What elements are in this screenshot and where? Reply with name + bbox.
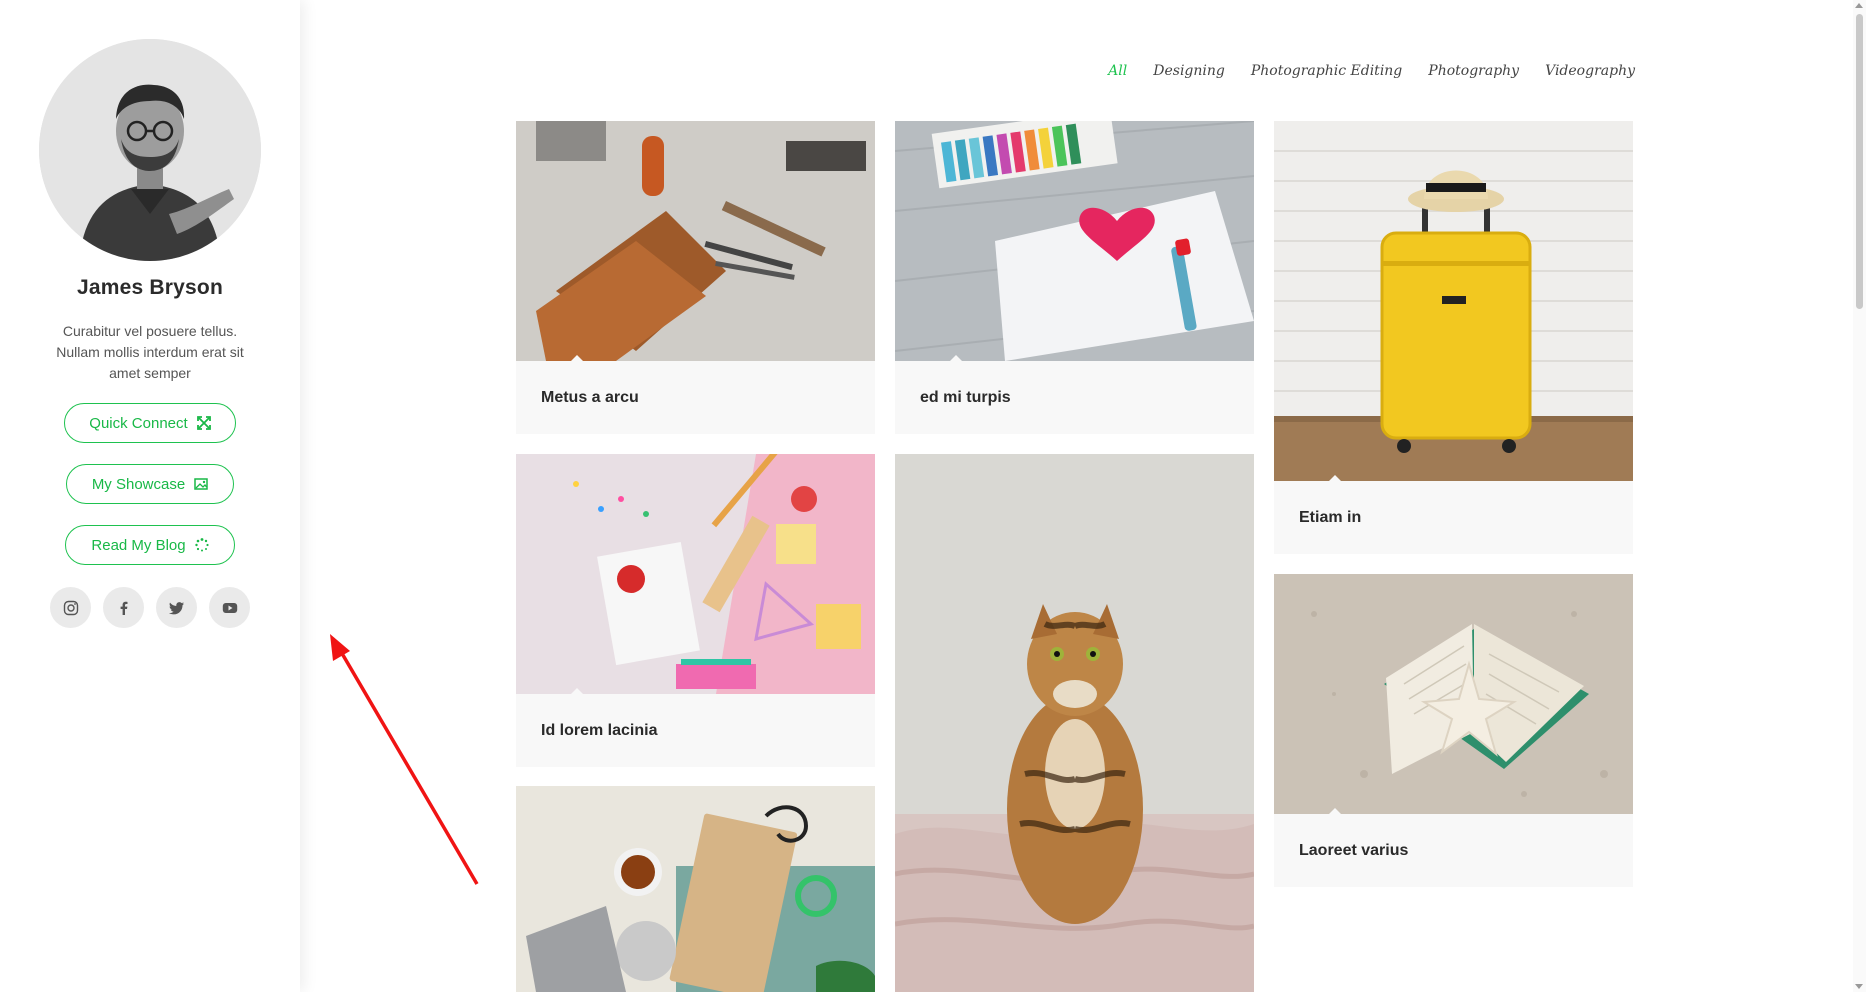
twitter-icon <box>168 601 184 614</box>
gallery-card[interactable]: Id lorem lacinia <box>516 454 875 767</box>
gallery-image-book-on-sand[interactable] <box>1274 574 1633 814</box>
quick-connect-button[interactable]: Quick Connect <box>64 403 236 443</box>
gallery-image-knitting[interactable] <box>516 786 875 992</box>
avatar <box>39 39 261 261</box>
my-showcase-button[interactable]: My Showcase <box>66 464 234 504</box>
filter-all[interactable]: All <box>1108 63 1127 79</box>
gallery-image-suitcase[interactable] <box>1274 121 1633 481</box>
quick-connect-label: Quick Connect <box>89 414 188 432</box>
youtube-icon <box>222 602 237 613</box>
gallery-card-title: Id lorem lacinia <box>541 721 658 739</box>
scroll-thumb[interactable] <box>1856 14 1863 309</box>
facebook-button[interactable] <box>103 587 144 628</box>
profile-photo <box>39 39 261 261</box>
gallery-image-cat[interactable] <box>895 454 1254 992</box>
filter-videography[interactable]: Videography <box>1545 63 1635 79</box>
my-showcase-label: My Showcase <box>91 475 186 493</box>
profile-bio: Curabitur vel posuere tellus. Nullam mol… <box>56 323 244 381</box>
facebook-icon <box>120 601 127 615</box>
gallery-card-title: Metus a arcu <box>541 388 639 406</box>
gallery-card-title: Etiam in <box>1299 508 1362 526</box>
gallery-image-stationery[interactable] <box>516 454 875 694</box>
youtube-button[interactable] <box>209 587 250 628</box>
scroll-up-arrow-icon[interactable] <box>1855 3 1863 8</box>
gallery-card-title: ed mi turpis <box>920 388 1011 406</box>
gallery-card[interactable]: Laoreet varius <box>1274 574 1633 887</box>
gallery-image-leather-tools[interactable] <box>516 121 875 361</box>
spinner-icon <box>194 538 209 552</box>
filter-photographic-editing[interactable]: Photographic Editing <box>1251 63 1402 79</box>
expand-arrows-icon <box>196 416 211 430</box>
page-scrollbar[interactable] <box>1853 0 1866 992</box>
filter-designing[interactable]: Designing <box>1153 63 1225 79</box>
gallery-card[interactable]: Metus a arcu <box>516 121 875 434</box>
scroll-down-arrow-icon[interactable] <box>1855 984 1863 989</box>
instagram-button[interactable] <box>50 587 91 628</box>
gallery-card-title: Laoreet varius <box>1299 841 1409 859</box>
instagram-icon <box>63 600 78 615</box>
read-my-blog-label: Read My Blog <box>91 536 186 554</box>
profile-sidebar: James Bryson Curabitur vel posuere tellu… <box>0 0 300 992</box>
gallery-card[interactable] <box>516 786 875 992</box>
gallery-card[interactable]: ed mi turpis <box>895 121 1254 434</box>
read-my-blog-button[interactable]: Read My Blog <box>65 525 235 565</box>
filter-photography[interactable]: Photography <box>1428 63 1519 79</box>
image-icon <box>194 478 208 490</box>
portfolio-filter-nav: All Designing Photographic Editing Photo… <box>1108 63 1635 79</box>
twitter-button[interactable] <box>156 587 197 628</box>
gallery-card[interactable] <box>895 454 1254 992</box>
gallery-card[interactable]: Etiam in <box>1274 121 1633 554</box>
profile-name: James Bryson <box>77 276 223 299</box>
gallery-image-heart-drawing[interactable] <box>895 121 1254 361</box>
